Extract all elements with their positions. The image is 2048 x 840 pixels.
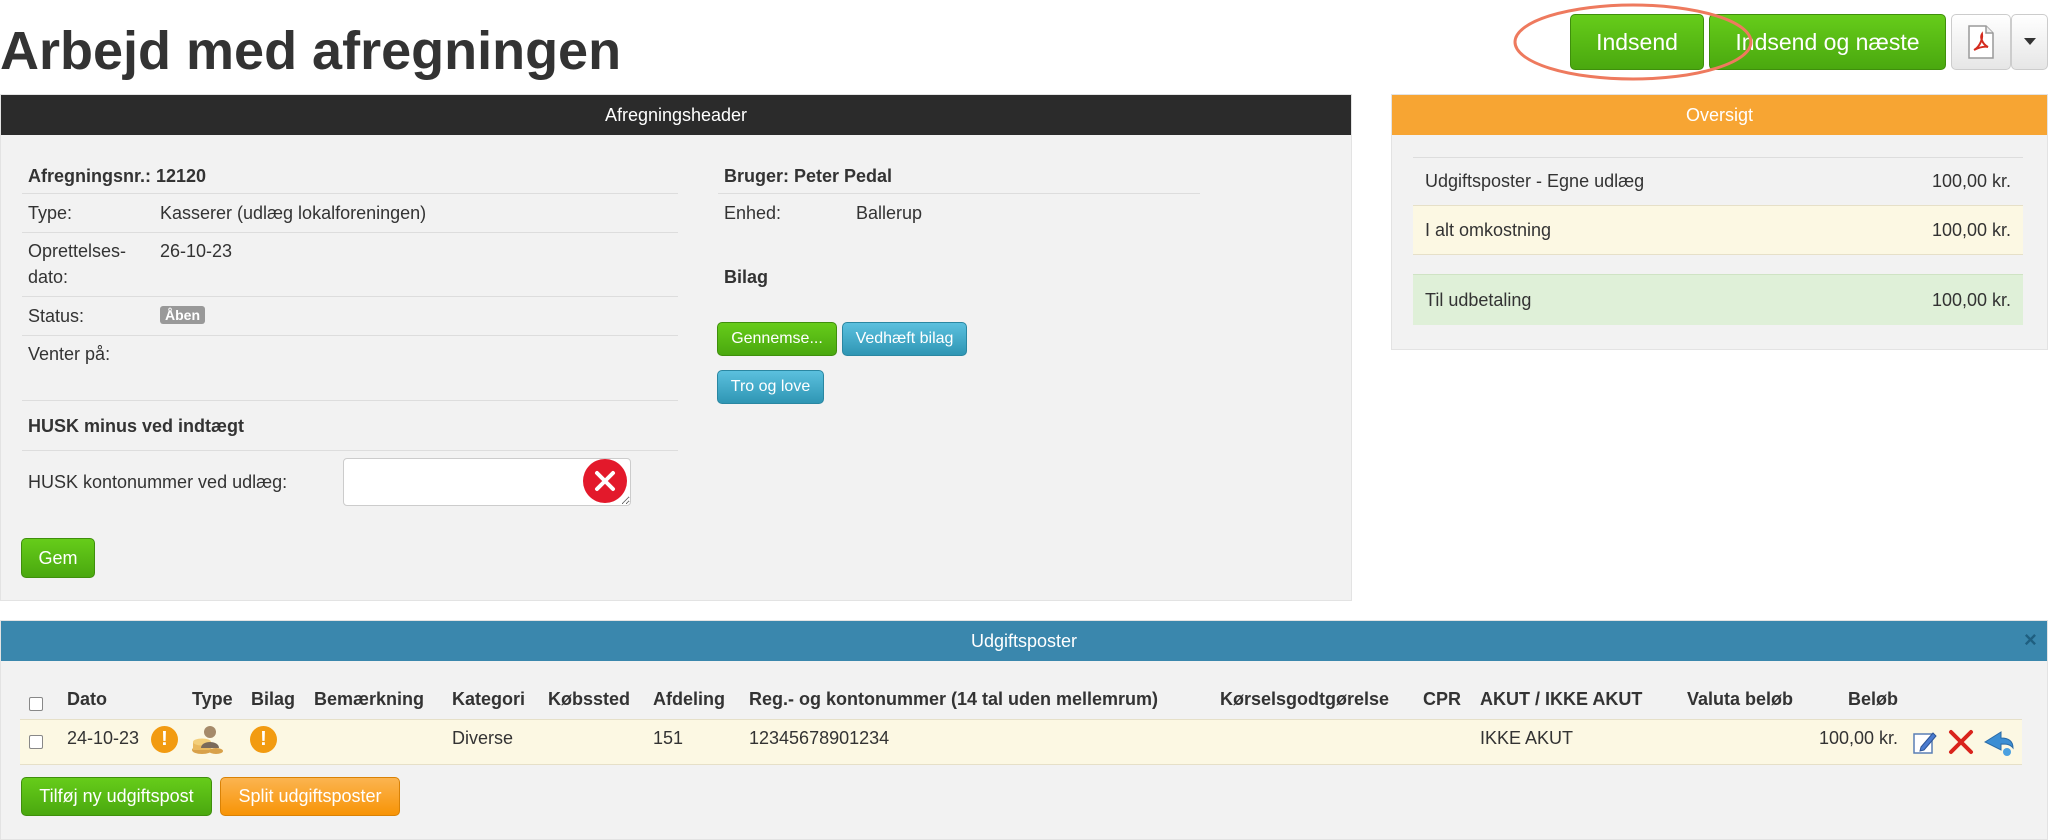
- edit-icon[interactable]: [1911, 728, 1939, 756]
- overview-row-label: Til udbetaling: [1425, 290, 1532, 310]
- delete-icon[interactable]: [1948, 729, 1974, 755]
- column-header-department: Afdeling: [653, 689, 725, 709]
- overview-row-label: Udgiftsposter - Egne udlæg: [1425, 171, 1645, 191]
- bilag-warning-icon: !: [250, 726, 277, 753]
- column-header-urgency: AKUT / IKKE AKUT: [1480, 689, 1643, 709]
- column-header-date: Dato: [67, 689, 107, 709]
- waiting-label: Venter på:: [28, 344, 111, 364]
- add-expense-button-label: Tilføj ny udgiftspost: [39, 786, 194, 806]
- overview-row-label: I alt omkostning: [1425, 220, 1552, 240]
- account-label: HUSK kontonummer ved udlæg:: [28, 472, 288, 492]
- overview-row: Udgiftsposter - Egne udlæg 100,00 kr.: [1413, 158, 2023, 204]
- cell-urgency: IKKE AKUT: [1480, 728, 1574, 748]
- page-title: Arbejd med afregningen: [0, 21, 622, 81]
- more-options-dropdown[interactable]: [2011, 14, 2048, 70]
- status-label: Status:: [28, 306, 85, 326]
- attach-bilag-button-label: Vedhæft bilag: [855, 330, 954, 347]
- browse-button-label: Gennemse...: [731, 330, 823, 347]
- table-row: [20, 719, 2022, 765]
- expenses-heading: Udgiftsposter: [1, 621, 2047, 661]
- row-checkbox[interactable]: [29, 735, 43, 749]
- user-label: Bruger: Peter Pedal: [724, 166, 893, 186]
- column-header-mileage: Kørselsgodtgørelse: [1220, 689, 1390, 709]
- split-expenses-button[interactable]: Split udgiftsposter: [220, 777, 400, 816]
- column-header-cpr: CPR: [1423, 689, 1462, 709]
- faith-button-label: Tro og love: [730, 378, 811, 395]
- select-all-checkbox[interactable]: [29, 697, 43, 711]
- user-coins-icon: [192, 726, 223, 754]
- overview-row-value: 100,00 kr.: [1931, 220, 2011, 240]
- warning-icon: !: [151, 726, 178, 753]
- column-header-type: Type: [192, 689, 233, 709]
- add-expense-button[interactable]: Tilføj ny udgiftspost: [21, 777, 212, 816]
- overview-row-value: 100,00 kr.: [1931, 171, 2011, 191]
- pdf-icon: [1968, 25, 1994, 59]
- created-label-line-1: Oprettelses-: [28, 241, 127, 261]
- cell-date: 24-10-23: [67, 728, 140, 748]
- created-label-line-2: dato:: [28, 267, 69, 287]
- created-value: 26-10-23: [160, 241, 233, 261]
- submit-next-button-label: Indsend og næste: [1735, 28, 1920, 55]
- error-icon: [583, 459, 627, 503]
- created-label: Oprettelses-dato:: [28, 238, 126, 290]
- overview-row-value: 100,00 kr.: [1931, 290, 2011, 310]
- cell-amount: 100,00 kr.: [1818, 728, 1898, 748]
- column-header-amount: Beløb: [1848, 689, 1899, 709]
- husk-heading: HUSK minus ved indtægt: [28, 416, 245, 436]
- unit-value: Ballerup: [856, 203, 923, 223]
- overview-heading: Oversigt: [1392, 95, 2047, 135]
- status-badge: Åben: [160, 306, 205, 324]
- browse-button[interactable]: Gennemse...: [717, 322, 837, 356]
- overview-heading-text: Oversigt: [1685, 104, 1754, 125]
- panel-heading: Afregningsheader: [1, 95, 1351, 135]
- cell-category: Diverse: [452, 728, 514, 748]
- type-value: Kasserer (udlæg lokalforeningen): [160, 203, 427, 223]
- annotation-circle: [1513, 3, 1753, 81]
- bilag-heading: Bilag: [724, 267, 769, 287]
- panel-heading-text: Afregningsheader: [604, 104, 748, 125]
- unit-label: Enhed:: [724, 203, 782, 223]
- column-header-currency-amount: Valuta beløb: [1687, 689, 1794, 709]
- split-expenses-button-label: Split udgiftsposter: [238, 786, 382, 806]
- faith-button[interactable]: Tro og love: [717, 370, 824, 404]
- settlement-number: Afregningsnr.: 12120: [28, 166, 207, 186]
- cell-department: 151: [653, 728, 684, 748]
- expenses-heading-text: Udgiftsposter: [970, 630, 1078, 651]
- column-header-remark: Bemærkning: [314, 689, 425, 709]
- save-button-label: Gem: [38, 547, 78, 568]
- overview-row-payout: Til udbetaling 100,00 kr.: [1413, 274, 2023, 325]
- close-icon[interactable]: ×: [2024, 627, 2037, 653]
- share-icon[interactable]: [1983, 726, 2015, 758]
- column-header-category: Kategori: [452, 689, 526, 709]
- save-button[interactable]: Gem: [21, 538, 95, 578]
- chevron-down-icon: [2023, 38, 2036, 45]
- attach-bilag-button[interactable]: Vedhæft bilag: [842, 322, 967, 356]
- cell-account: 12345678901234: [749, 728, 890, 748]
- pdf-button[interactable]: [1951, 14, 2011, 70]
- column-header-bilag: Bilag: [251, 689, 296, 709]
- type-label: Type:: [28, 203, 73, 223]
- column-header-account: Reg.- og kontonummer (14 tal uden mellem…: [749, 689, 1159, 709]
- column-header-shop: Købssted: [548, 689, 631, 709]
- overview-row-total: I alt omkostning 100,00 kr.: [1413, 205, 2023, 255]
